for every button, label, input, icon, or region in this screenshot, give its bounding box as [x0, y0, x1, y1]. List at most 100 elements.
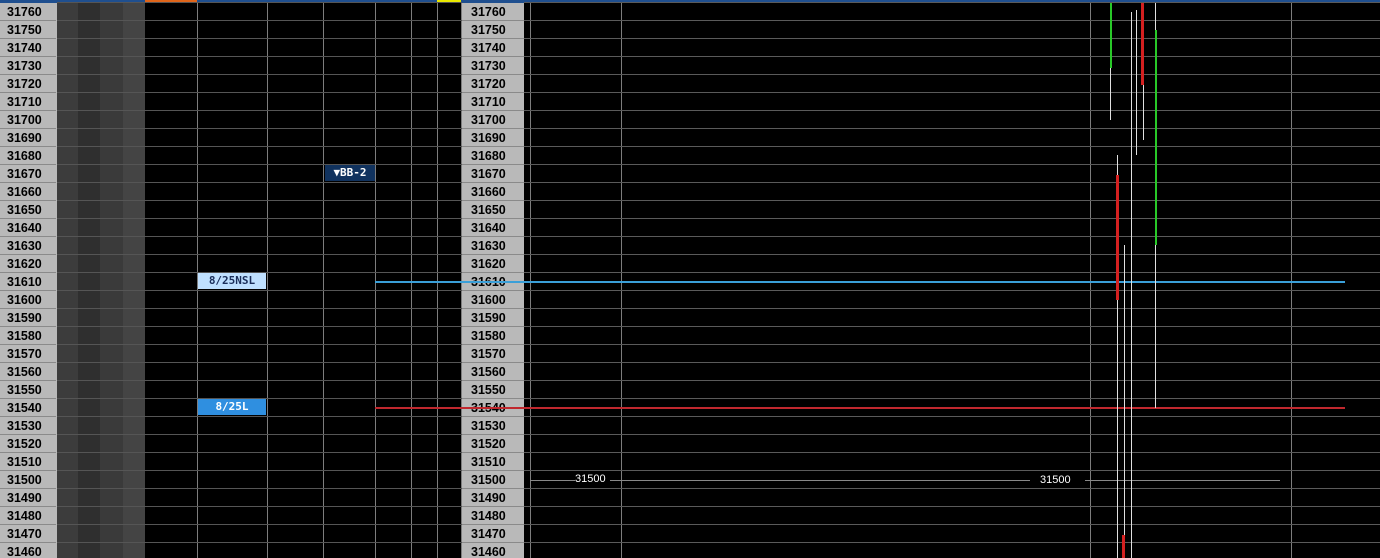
price-cell[interactable]: 31600: [462, 291, 524, 309]
price-cell[interactable]: 31530: [0, 417, 56, 435]
price-cell[interactable]: 31540: [0, 399, 56, 417]
nsl-order-tag[interactable]: 8/25NSL: [198, 273, 266, 289]
price-cell[interactable]: 31520: [462, 435, 524, 453]
grid-hline: [57, 236, 462, 237]
price-cell[interactable]: 31560: [462, 363, 524, 381]
chart-level-label-right: 31500: [1040, 474, 1071, 486]
price-cell[interactable]: 31730: [0, 57, 56, 75]
price-cell[interactable]: 31550: [0, 381, 56, 399]
price-cell[interactable]: 31640: [0, 219, 56, 237]
price-cell[interactable]: 31740: [0, 39, 56, 57]
grid-hline: [57, 344, 462, 345]
price-cell[interactable]: 31620: [0, 255, 56, 273]
price-cell[interactable]: 31670: [0, 165, 56, 183]
price-cell[interactable]: 31750: [0, 21, 56, 39]
bb-order-tag[interactable]: ▼BB-2: [325, 165, 375, 181]
grid-hline: [57, 254, 462, 255]
price-cell[interactable]: 31570: [0, 345, 56, 363]
grid-hline: [524, 182, 1380, 183]
candle-wick: [1124, 245, 1125, 558]
price-cell[interactable]: 31720: [462, 75, 524, 93]
price-cell[interactable]: 31460: [462, 543, 524, 558]
candle-body-up: [1155, 30, 1157, 245]
grid-hline: [524, 470, 1380, 471]
price-cell[interactable]: 31500: [0, 471, 56, 489]
price-cell[interactable]: 31630: [0, 237, 56, 255]
price-cell[interactable]: 31730: [462, 57, 524, 75]
price-cell[interactable]: 31470: [0, 525, 56, 543]
grid-hline: [524, 326, 1380, 327]
grid-hline: [524, 2, 1380, 3]
candle-body-down: [1122, 535, 1125, 558]
price-cell[interactable]: 31620: [462, 255, 524, 273]
price-cell[interactable]: 31760: [462, 3, 524, 21]
l-order-tag[interactable]: 8/25L: [198, 399, 266, 415]
candle-body-down: [1141, 3, 1144, 85]
price-cell[interactable]: 31580: [462, 327, 524, 345]
price-cell[interactable]: 31570: [462, 345, 524, 363]
grid-vline: [323, 3, 324, 558]
price-cell[interactable]: 31760: [0, 3, 56, 21]
price-cell[interactable]: 31670: [462, 165, 524, 183]
price-cell[interactable]: 31480: [462, 507, 524, 525]
price-cell[interactable]: 31680: [462, 147, 524, 165]
price-cell[interactable]: 31470: [462, 525, 524, 543]
price-cell[interactable]: 31690: [462, 129, 524, 147]
price-cell[interactable]: 31740: [462, 39, 524, 57]
grid-hline: [524, 74, 1380, 75]
price-cell[interactable]: 31700: [0, 111, 56, 129]
grid-hline: [57, 308, 462, 309]
price-cell[interactable]: 31500: [462, 471, 524, 489]
grid-hline: [524, 218, 1380, 219]
price-cell[interactable]: 31460: [0, 543, 56, 558]
candle-wick: [1110, 68, 1111, 120]
price-cell[interactable]: 31480: [0, 507, 56, 525]
price-cell[interactable]: 31660: [462, 183, 524, 201]
price-cell[interactable]: 31490: [0, 489, 56, 507]
grid-hline: [57, 362, 462, 363]
price-cell[interactable]: 31600: [0, 291, 56, 309]
grid-hline: [524, 524, 1380, 525]
price-cell[interactable]: 31660: [0, 183, 56, 201]
price-cell[interactable]: 31520: [0, 435, 56, 453]
l-level-line: [375, 407, 1345, 409]
price-cell[interactable]: 31630: [462, 237, 524, 255]
price-cell[interactable]: 31590: [462, 309, 524, 327]
price-cell[interactable]: 31710: [462, 93, 524, 111]
price-cell[interactable]: 31680: [0, 147, 56, 165]
grid-hline: [57, 110, 462, 111]
grid-hline: [524, 290, 1380, 291]
price-column-left[interactable]: 31760 31750 31740 31730 31720 31710 31700 31690…: [0, 3, 57, 558]
price-cell[interactable]: 31550: [462, 381, 524, 399]
price-cell[interactable]: 31650: [0, 201, 56, 219]
price-cell[interactable]: 31700: [462, 111, 524, 129]
price-cell[interactable]: 31710: [0, 93, 56, 111]
price-cell[interactable]: 31650: [462, 201, 524, 219]
candle-wick: [1131, 12, 1132, 558]
grid-hline: [524, 56, 1380, 57]
grid-hline: [57, 128, 462, 129]
price-cell[interactable]: 31530: [462, 417, 524, 435]
price-cell[interactable]: 31750: [462, 21, 524, 39]
grid-hline: [57, 56, 462, 57]
price-cell[interactable]: 31510: [0, 453, 56, 471]
grid-hline: [57, 146, 462, 147]
price-cell[interactable]: 31720: [0, 75, 56, 93]
price-cell[interactable]: 31490: [462, 489, 524, 507]
price-ladder[interactable]: 31760 31750 31740 31730 31720 31710 31700 31690…: [0, 0, 1380, 558]
grid-hline: [524, 542, 1380, 543]
grid-hline: [524, 164, 1380, 165]
price-cell[interactable]: 31590: [0, 309, 56, 327]
price-cell[interactable]: 31640: [462, 219, 524, 237]
grid-hline: [524, 398, 1380, 399]
grid-hline: [57, 218, 462, 219]
price-cell[interactable]: 31510: [462, 453, 524, 471]
price-cell[interactable]: 31610: [0, 273, 56, 291]
price-cell[interactable]: 31580: [0, 327, 56, 345]
grid-hline: [524, 38, 1380, 39]
grid-hline: [57, 182, 462, 183]
price-cell[interactable]: 31560: [0, 363, 56, 381]
price-cell[interactable]: 31690: [0, 129, 56, 147]
grid-hline: [57, 74, 462, 75]
grid-hline: [524, 236, 1380, 237]
